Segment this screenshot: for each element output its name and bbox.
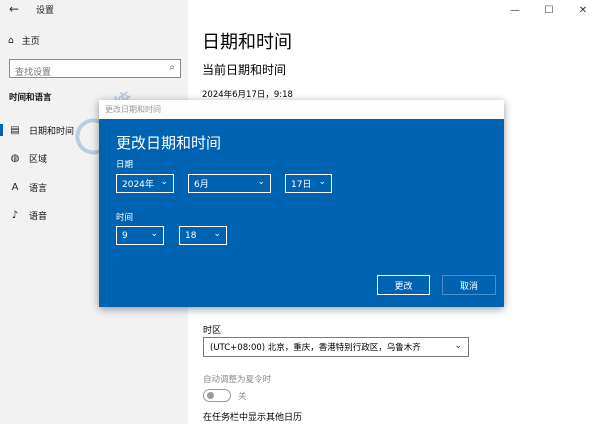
cancel-button[interactable]: 取消 [442, 275, 496, 295]
section-subtitle: 当前日期和时间 [202, 63, 287, 77]
home-icon: ⌂ [8, 35, 14, 46]
chevron-down-icon: ⌄ [160, 177, 168, 187]
timezone-value: (UTC+08:00) 北京，重庆，香港特别行政区，乌鲁木齐 [210, 343, 421, 353]
minute-dropdown[interactable]: 18 ⌄ [179, 226, 227, 245]
microphone-icon: ♪ [11, 209, 19, 221]
language-icon: A [11, 181, 19, 193]
minimize-button[interactable]: — [498, 0, 532, 20]
maximize-button[interactable]: ☐ [532, 0, 566, 20]
timezone-select[interactable]: (UTC+08:00) 北京，重庆，香港特别行政区，乌鲁木齐 ⌄ [203, 337, 469, 357]
page-title: 日期和时间 [202, 32, 292, 53]
month-value: 6月 [194, 180, 209, 190]
chevron-down-icon: ⌄ [454, 341, 462, 351]
dst-toggle[interactable] [203, 389, 231, 402]
day-dropdown[interactable]: 17日 ⌄ [285, 174, 332, 193]
dialog-titlebar: 更改日期和时间 [99, 100, 504, 119]
hour-value: 9 [122, 230, 128, 241]
year-value: 2024年 [122, 180, 154, 190]
chevron-down-icon: ⌄ [257, 177, 265, 187]
chevron-down-icon: ⌄ [318, 177, 326, 187]
search-icon[interactable]: ⌕ [169, 62, 175, 73]
sidebar-item-label: 语言 [29, 183, 48, 194]
nav-home-label: 主页 [21, 37, 40, 47]
search-box[interactable]: ⌕ [9, 59, 181, 82]
extra-calendars-heading: 在任务栏中显示其他日历 [203, 413, 303, 423]
toggle-knob [207, 392, 214, 399]
back-arrow-icon[interactable]: ← [9, 2, 19, 16]
dialog-title: 更改日期和时间 [105, 105, 161, 114]
dialog-heading: 更改日期和时间 [116, 134, 222, 152]
dst-label: 自动调整为夏令时 [203, 375, 272, 385]
chevron-down-icon: ⌄ [150, 229, 158, 239]
current-datetime: 2024年6月17日，9:18 [202, 90, 293, 100]
window-titlebar: ← 设置 — ☐ ✕ [0, 0, 600, 20]
month-dropdown[interactable]: 6月 ⌄ [188, 174, 271, 193]
timezone-label: 时区 [203, 326, 222, 336]
dst-toggle-state: 关 [238, 392, 247, 402]
sidebar-item-label: 语音 [29, 211, 48, 222]
hour-dropdown[interactable]: 9 ⌄ [116, 226, 164, 245]
change-button[interactable]: 更改 [377, 275, 430, 295]
sidebar-item-label: 区域 [29, 154, 48, 165]
window-title: 设置 [36, 6, 55, 16]
calendar-icon: ▤ [10, 124, 20, 136]
day-value: 17日 [291, 180, 312, 190]
close-button[interactable]: ✕ [566, 0, 600, 20]
year-dropdown[interactable]: 2024年 ⌄ [116, 174, 174, 193]
nav-section-heading: 时间和语言 [9, 93, 52, 103]
date-label: 日期 [116, 160, 134, 170]
minute-value: 18 [185, 230, 197, 241]
chevron-down-icon: ⌄ [213, 229, 221, 239]
globe-icon: ◍ [10, 152, 20, 164]
nav-home[interactable]: ⌂ 主页 [8, 34, 40, 48]
time-label: 时间 [116, 213, 134, 223]
